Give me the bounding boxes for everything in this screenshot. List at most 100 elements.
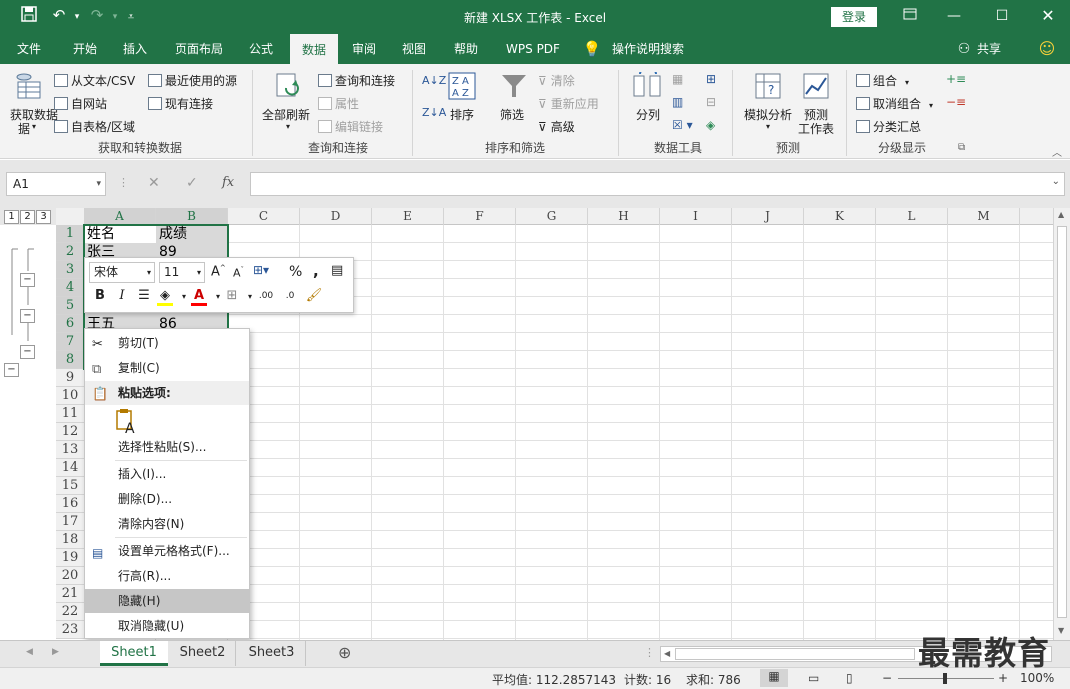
group-rows-button[interactable]: 组合 ▾ bbox=[856, 72, 909, 89]
row-header-21[interactable]: 21 bbox=[56, 585, 84, 603]
column-header-h[interactable]: H bbox=[588, 208, 660, 225]
page-break-view-icon[interactable]: ▯ bbox=[846, 671, 853, 685]
get-data-icon[interactable] bbox=[14, 70, 44, 100]
collapse-group-button[interactable]: − bbox=[4, 363, 19, 377]
bold-button[interactable]: B bbox=[91, 288, 109, 303]
login-button[interactable]: 登录 bbox=[831, 7, 877, 27]
dialog-launcher-icon[interactable]: ⧉ bbox=[958, 142, 965, 153]
menu-item-copy[interactable]: ⧉ 复制(C) bbox=[85, 356, 249, 380]
hide-detail-icon[interactable]: −≡ bbox=[946, 95, 966, 109]
column-header-g[interactable]: G bbox=[516, 208, 588, 225]
number-format-icon[interactable]: ⊞▾ bbox=[253, 263, 269, 277]
row-header-17[interactable]: 17 bbox=[56, 513, 84, 531]
row-header-15[interactable]: 15 bbox=[56, 477, 84, 495]
row-header-11[interactable]: 11 bbox=[56, 405, 84, 423]
tab-insert[interactable]: 插入 bbox=[112, 34, 158, 64]
page-layout-view-icon[interactable]: ▭ bbox=[808, 671, 819, 685]
row-header-18[interactable]: 18 bbox=[56, 531, 84, 549]
column-header-d[interactable]: D bbox=[300, 208, 372, 225]
text-to-columns-icon[interactable] bbox=[632, 67, 662, 102]
minimize-icon[interactable]: — bbox=[942, 5, 966, 27]
scroll-left-icon[interactable]: ◀ bbox=[26, 647, 33, 657]
maximize-icon[interactable]: ☐ bbox=[990, 5, 1014, 27]
cell-a1[interactable]: 姓名 bbox=[84, 225, 156, 243]
ribbon-display-icon[interactable] bbox=[898, 5, 922, 27]
outline-level-3-button[interactable]: 3 bbox=[36, 210, 51, 224]
row-header-19[interactable]: 19 bbox=[56, 549, 84, 567]
menu-item-format-cells[interactable]: ▤ 设置单元格格式(F)... bbox=[85, 539, 249, 563]
name-box[interactable]: A1 ▾ bbox=[6, 172, 106, 196]
forecast-sheet-icon[interactable] bbox=[802, 72, 832, 102]
font-color-icon[interactable]: A bbox=[191, 288, 207, 306]
tab-home[interactable]: 开始 bbox=[60, 34, 110, 64]
what-if-analysis-button[interactable]: 模拟分析 bbox=[744, 106, 792, 123]
filter-button[interactable]: 筛选 bbox=[500, 106, 524, 123]
ungroup-button[interactable]: 取消组合 ▾ bbox=[856, 95, 933, 112]
font-size-select[interactable]: 11 ▾ bbox=[159, 262, 205, 283]
fill-color-icon[interactable]: ◈ bbox=[157, 288, 173, 306]
data-model-icon[interactable]: ◈ bbox=[706, 118, 715, 132]
decrease-decimal-icon[interactable]: .0 bbox=[281, 291, 299, 301]
row-header-10[interactable]: 10 bbox=[56, 387, 84, 405]
format-painter-icon[interactable]: 🖌 bbox=[305, 288, 323, 303]
row-header-22[interactable]: 22 bbox=[56, 603, 84, 621]
from-text-csv-button[interactable]: 从文本/CSV bbox=[54, 72, 135, 89]
row-header-23[interactable]: 23 bbox=[56, 621, 84, 639]
data-validation-icon[interactable]: ☒ ▾ bbox=[672, 118, 693, 132]
add-sheet-icon[interactable]: ⊕ bbox=[338, 643, 351, 662]
smiley-icon[interactable]: ☺ bbox=[1036, 34, 1058, 64]
cancel-icon[interactable]: ✕ bbox=[148, 175, 160, 191]
flash-fill-icon[interactable]: ▦ bbox=[672, 72, 683, 86]
column-header-l[interactable]: L bbox=[876, 208, 948, 225]
column-header-f[interactable]: F bbox=[444, 208, 516, 225]
percent-style-button[interactable]: % bbox=[289, 264, 302, 280]
insert-function-icon[interactable]: fx bbox=[222, 175, 234, 190]
from-web-button[interactable]: 自网站 bbox=[54, 95, 107, 112]
row-header-6[interactable]: 6 bbox=[56, 315, 84, 333]
row-header-9[interactable]: 9 bbox=[56, 369, 84, 387]
reapply-button[interactable]: ⊽ 重新应用 bbox=[538, 95, 599, 112]
collapse-group-button[interactable]: − bbox=[20, 345, 35, 359]
menu-item-insert[interactable]: 插入(I)... bbox=[85, 462, 249, 486]
menu-item-unhide[interactable]: 取消隐藏(U) bbox=[85, 614, 249, 638]
refresh-all-icon[interactable] bbox=[274, 70, 304, 100]
sort-icon[interactable]: Z AA Z bbox=[448, 72, 478, 102]
decrease-font-icon[interactable]: Aˇ bbox=[233, 266, 244, 280]
font-name-select[interactable]: 宋体 ▾ bbox=[89, 262, 155, 283]
menu-item-delete[interactable]: 删除(D)... bbox=[85, 487, 249, 511]
remove-duplicates-icon[interactable]: ▥ bbox=[672, 95, 683, 109]
tell-me-search[interactable]: 操作说明搜索 bbox=[606, 34, 690, 64]
filter-icon[interactable] bbox=[500, 72, 530, 102]
subtotal-button[interactable]: 分类汇总 bbox=[856, 118, 921, 135]
row-header-20[interactable]: 20 bbox=[56, 567, 84, 585]
tab-data[interactable]: 数据 bbox=[290, 34, 338, 64]
increase-decimal-icon[interactable]: .00 bbox=[257, 291, 275, 301]
relationships-icon[interactable]: ⊟ bbox=[706, 95, 716, 109]
vertical-scrollbar[interactable]: ▲ ▼ bbox=[1053, 208, 1070, 640]
share-button[interactable]: 共享 bbox=[974, 34, 1004, 64]
comma-style-button[interactable]: , bbox=[313, 262, 319, 280]
row-header-7[interactable]: 7 bbox=[56, 333, 84, 351]
column-header-b[interactable]: B bbox=[156, 208, 228, 225]
sort-ascending-icon[interactable]: A↓Z bbox=[422, 74, 446, 87]
column-header-k[interactable]: K bbox=[804, 208, 876, 225]
tab-wps-pdf[interactable]: WPS PDF bbox=[498, 34, 568, 64]
tab-formulas[interactable]: 公式 bbox=[238, 34, 284, 64]
column-header-i[interactable]: I bbox=[660, 208, 732, 225]
close-icon[interactable]: ✕ bbox=[1036, 5, 1060, 27]
paste-values-icon[interactable]: A bbox=[115, 407, 139, 437]
row-header-12[interactable]: 12 bbox=[56, 423, 84, 441]
column-header-j[interactable]: J bbox=[732, 208, 804, 225]
row-header-5[interactable]: 5 bbox=[56, 297, 84, 315]
normal-view-icon[interactable]: ▦ bbox=[760, 669, 788, 687]
scroll-thumb[interactable] bbox=[1057, 226, 1067, 618]
formula-input[interactable]: ⌄ bbox=[250, 172, 1065, 196]
row-header-2[interactable]: 2 bbox=[56, 243, 84, 261]
collapse-group-button[interactable]: − bbox=[20, 309, 35, 323]
row-header-1[interactable]: 1 bbox=[56, 225, 84, 243]
consolidate-icon[interactable]: ⊞ bbox=[706, 72, 716, 86]
row-header-8[interactable]: 8 bbox=[56, 351, 84, 369]
tab-view[interactable]: 视图 bbox=[392, 34, 436, 64]
format-table-icon[interactable]: ▤ bbox=[331, 263, 343, 278]
properties-button[interactable]: 属性 bbox=[318, 95, 359, 112]
